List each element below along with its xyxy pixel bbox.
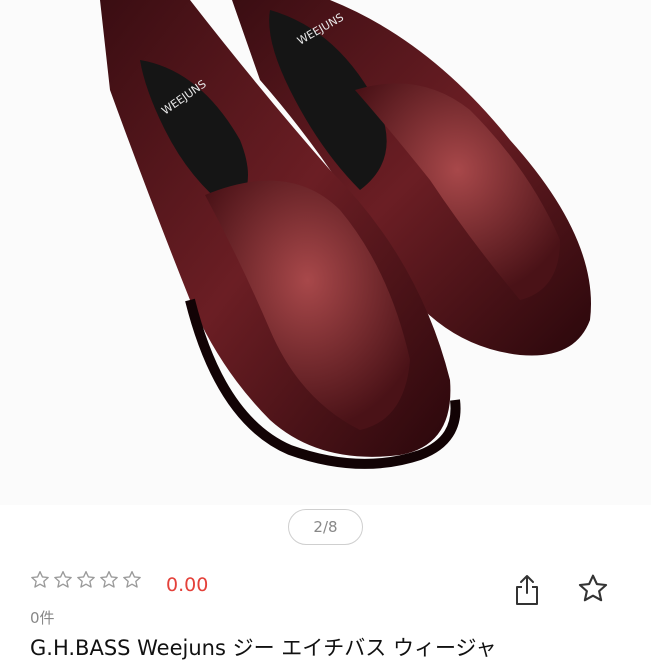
review-count: 0件 [30, 609, 55, 627]
image-pager: 2/8 [288, 509, 363, 545]
star-outline-icon [31, 571, 49, 588]
pager-text: 2/8 [313, 518, 338, 536]
star-outline-icon [100, 571, 118, 588]
star-outline-icon [578, 574, 608, 602]
rating-score: 0.00 [166, 574, 209, 596]
share-button[interactable] [514, 573, 540, 607]
favorite-button[interactable] [577, 573, 609, 605]
share-icon [516, 575, 538, 605]
product-image[interactable]: WEEJUNS WEEJUNS [0, 0, 651, 505]
star-outline-icon [77, 571, 95, 588]
star-outline-icon [123, 571, 141, 588]
star-outline-icon [54, 571, 72, 588]
rating-stars [30, 570, 142, 590]
product-title: G.H.BASS Weejuns ジー エイチバス ウィージャ [30, 636, 497, 660]
